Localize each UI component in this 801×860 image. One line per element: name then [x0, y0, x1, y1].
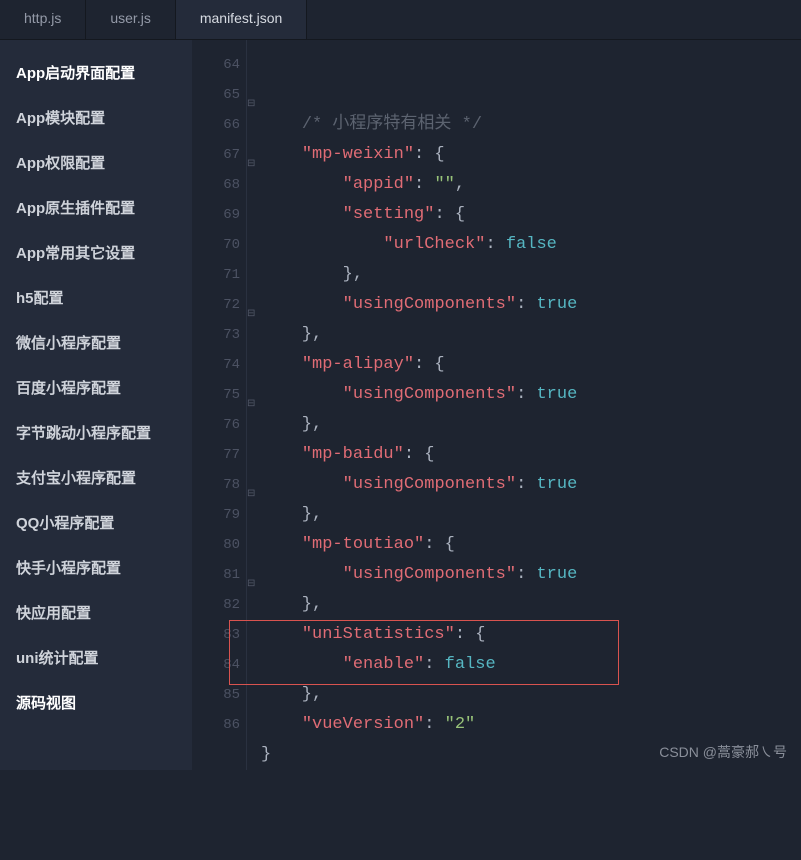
code-line[interactable]: "usingComponents": true: [261, 380, 801, 410]
line-number: 64: [192, 50, 246, 80]
line-number: 81⊟: [192, 560, 246, 590]
sidebar-item-qq[interactable]: QQ小程序配置: [0, 500, 192, 545]
line-number: 66: [192, 110, 246, 140]
sidebar-item-toutiao[interactable]: 字节跳动小程序配置: [0, 410, 192, 455]
sidebar-item-app-other[interactable]: App常用其它设置: [0, 230, 192, 275]
sidebar-item-app-launch[interactable]: App启动界面配置: [0, 50, 192, 95]
sidebar-item-baidu[interactable]: 百度小程序配置: [0, 365, 192, 410]
code-line[interactable]: "vueVersion": "2": [261, 710, 801, 740]
line-number: 67⊟: [192, 140, 246, 170]
code-line[interactable]: "mp-toutiao": {: [261, 530, 801, 560]
tab-manifest-json[interactable]: manifest.json: [176, 0, 307, 39]
code-line[interactable]: "mp-alipay": {: [261, 350, 801, 380]
sidebar-item-quickapp[interactable]: 快应用配置: [0, 590, 192, 635]
line-number: 70: [192, 230, 246, 260]
line-number: 68: [192, 170, 246, 200]
line-number: 76: [192, 410, 246, 440]
line-number: 85: [192, 680, 246, 710]
watermark: CSDN @蒿豪郝㇏号: [659, 742, 787, 762]
line-number: 75⊟: [192, 380, 246, 410]
sidebar-item-app-module[interactable]: App模块配置: [0, 95, 192, 140]
code-line[interactable]: "usingComponents": true: [261, 290, 801, 320]
line-number: 71: [192, 260, 246, 290]
tab-bar: http.js user.js manifest.json: [0, 0, 801, 40]
code-line[interactable]: "enable": false: [261, 650, 801, 680]
code-line[interactable]: "appid": "",: [261, 170, 801, 200]
line-number: 65⊟: [192, 80, 246, 110]
sidebar-item-app-permission[interactable]: App权限配置: [0, 140, 192, 185]
line-number: 69: [192, 200, 246, 230]
sidebar: App启动界面配置 App模块配置 App权限配置 App原生插件配置 App常…: [0, 40, 192, 770]
line-number: 82: [192, 590, 246, 620]
code-line[interactable]: /* 小程序特有相关 */: [261, 110, 801, 140]
line-number: 78⊟: [192, 470, 246, 500]
sidebar-item-source-view[interactable]: 源码视图: [0, 680, 192, 725]
code-line[interactable]: },: [261, 260, 801, 290]
sidebar-item-alipay[interactable]: 支付宝小程序配置: [0, 455, 192, 500]
code-line[interactable]: "usingComponents": true: [261, 560, 801, 590]
code-line[interactable]: },: [261, 500, 801, 530]
line-number: 72⊟: [192, 290, 246, 320]
sidebar-item-uni-stats[interactable]: uni统计配置: [0, 635, 192, 680]
code-line[interactable]: },: [261, 680, 801, 710]
line-number: 73: [192, 320, 246, 350]
sidebar-item-app-native-plugin[interactable]: App原生插件配置: [0, 185, 192, 230]
code-line[interactable]: "usingComponents": true: [261, 470, 801, 500]
sidebar-item-h5[interactable]: h5配置: [0, 275, 192, 320]
code-editor[interactable]: 6465⊟6667⊟6869707172⊟737475⊟767778⊟79808…: [192, 40, 801, 770]
tab-http-js[interactable]: http.js: [0, 0, 86, 39]
line-number-gutter: 6465⊟6667⊟6869707172⊟737475⊟767778⊟79808…: [192, 40, 247, 770]
code-line[interactable]: "mp-weixin": {: [261, 140, 801, 170]
line-number: 74: [192, 350, 246, 380]
code-line[interactable]: },: [261, 320, 801, 350]
tab-user-js[interactable]: user.js: [86, 0, 175, 39]
sidebar-item-weixin[interactable]: 微信小程序配置: [0, 320, 192, 365]
code-line[interactable]: "setting": {: [261, 200, 801, 230]
code-line[interactable]: "urlCheck": false: [261, 230, 801, 260]
line-number: 79: [192, 500, 246, 530]
code-line[interactable]: },: [261, 590, 801, 620]
code-line[interactable]: },: [261, 410, 801, 440]
code-line[interactable]: "mp-baidu": {: [261, 440, 801, 470]
line-number: 84: [192, 650, 246, 680]
code-line[interactable]: "uniStatistics": {: [261, 620, 801, 650]
code-line[interactable]: [261, 770, 801, 800]
line-number: 77: [192, 440, 246, 470]
sidebar-item-kuaishou[interactable]: 快手小程序配置: [0, 545, 192, 590]
line-number: 80: [192, 530, 246, 560]
line-number: 83: [192, 620, 246, 650]
code-content[interactable]: /* 小程序特有相关 */ "mp-weixin": { "appid": ""…: [247, 40, 801, 770]
line-number: 86: [192, 710, 246, 740]
main-area: App启动界面配置 App模块配置 App权限配置 App原生插件配置 App常…: [0, 40, 801, 770]
